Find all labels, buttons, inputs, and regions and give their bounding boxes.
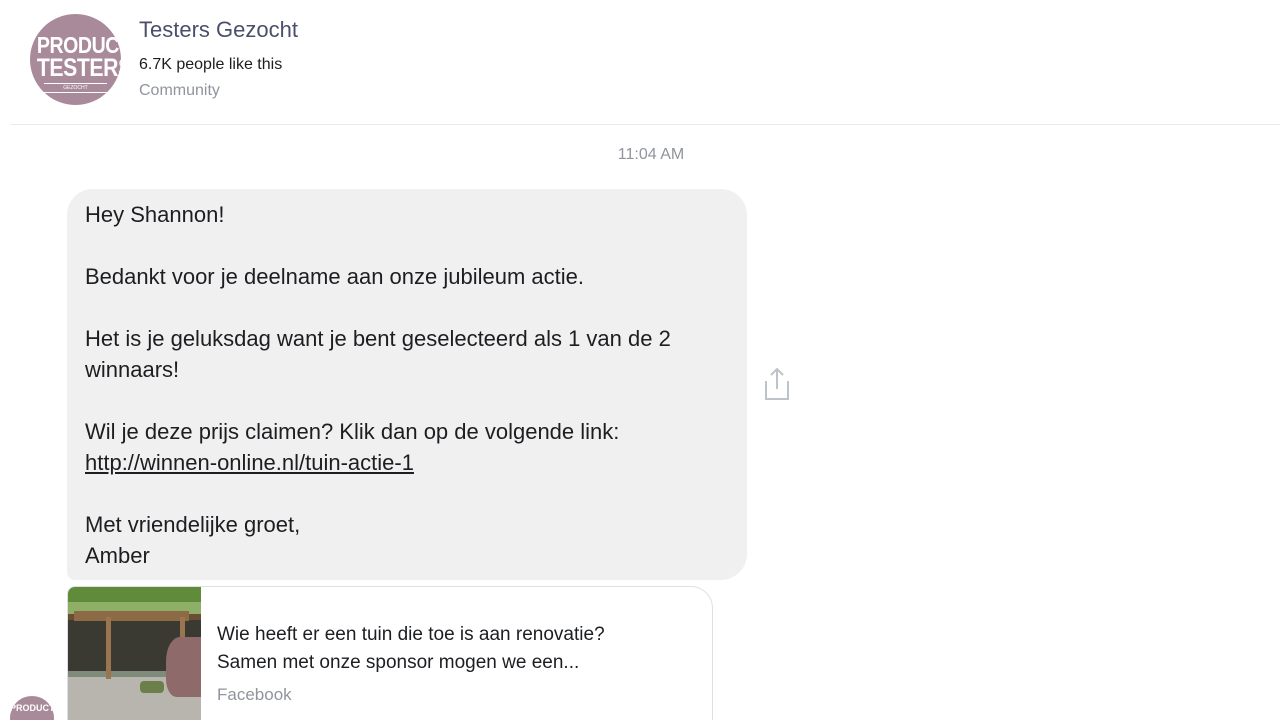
link-preview-source: Facebook (217, 685, 292, 704)
link-preview-thumbnail (68, 587, 201, 720)
message-closing: Met vriendelijke groet, (85, 512, 301, 537)
share-icon-graphic (765, 367, 789, 400)
message-timestamp: 11:04 AM (617, 146, 685, 163)
message-signature: Amber (85, 543, 150, 568)
sender-avatar[interactable]: PRODUCT (10, 696, 54, 720)
page-avatar[interactable]: PRODUCT TESTERS GEZOCHT (30, 14, 121, 105)
message-thanks: Bedankt voor je deelname aan onze jubile… (85, 264, 584, 289)
message-link[interactable]: http://winnen-online.nl/tuin-actie-1 (85, 450, 414, 475)
link-preview-card[interactable]: Wie heeft er een tuin die toe is aan ren… (67, 586, 713, 720)
message-winner-line2: winnaars! (85, 357, 180, 382)
page-name-link[interactable]: Testers Gezocht (139, 17, 298, 43)
avatar-text-gezocht: GEZOCHT (44, 83, 107, 93)
conversation-header: PRODUCT TESTERS GEZOCHT Testers Gezocht … (0, 0, 1280, 124)
link-preview-title: Wie heeft er een tuin die toe is aan ren… (217, 621, 687, 677)
link-preview-title-line2: Samen met onze sponsor mogen we een... (217, 652, 580, 673)
page-likes-count: 6.7K people like this (139, 56, 283, 73)
avatar-text-testers: TESTERS (36, 54, 121, 82)
message-bubble: Hey Shannon! Bedankt voor je deelname aa… (67, 189, 747, 580)
messenger-conversation: PRODUCT TESTERS GEZOCHT Testers Gezocht … (0, 0, 1280, 720)
link-preview-title-line1: Wie heeft er een tuin die toe is aan ren… (217, 624, 605, 645)
message-claim: Wil je deze prijs claimen? Klik dan op d… (85, 419, 620, 444)
share-icon[interactable] (760, 365, 794, 403)
header-divider (10, 124, 1280, 125)
page-category: Community (139, 82, 220, 99)
sender-avatar-text: PRODUCT (10, 703, 54, 713)
message-greeting: Hey Shannon! (85, 202, 225, 227)
message-winner-line1: Het is je geluksdag want je bent geselec… (85, 326, 671, 351)
